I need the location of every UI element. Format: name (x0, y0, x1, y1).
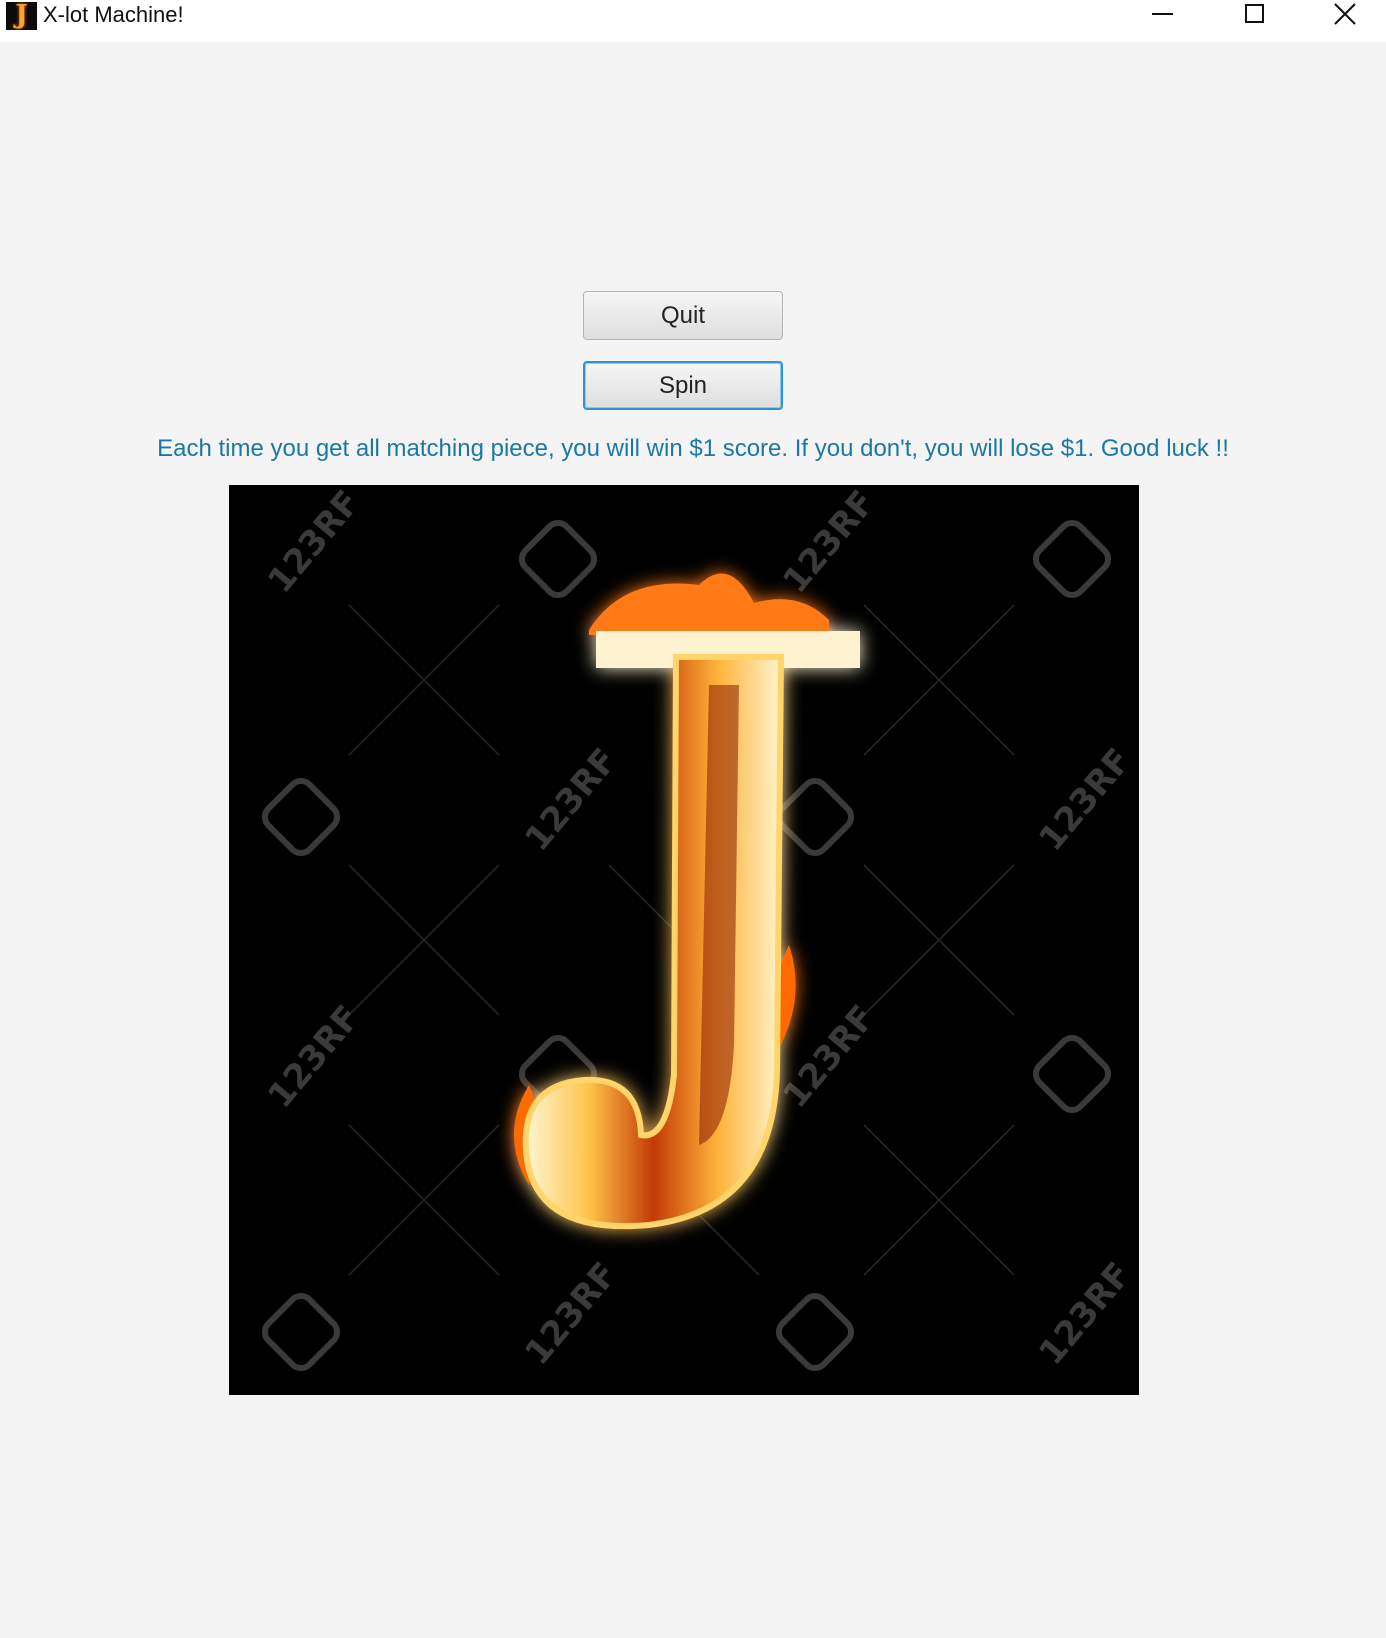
app-window: J X-lot Machine! Quit Spin Each time you… (0, 0, 1386, 1638)
flaming-j-symbol: 123RF 123RF 123RF 123RF 123RF 123RF 123R… (260, 485, 1139, 1373)
watermark-text: 123RF (1031, 1255, 1139, 1373)
flaming-j-letter (514, 573, 860, 1230)
spin-button[interactable]: Spin (583, 361, 783, 410)
window-title: X-lot Machine! (43, 2, 184, 27)
watermark-text: 123RF (517, 1255, 625, 1373)
rules-message: Each time you get all matching piece, yo… (157, 435, 1229, 462)
slot-reel-image: 123RF 123RF 123RF 123RF 123RF 123RF 123R… (229, 485, 1139, 1395)
maximize-icon (1245, 4, 1264, 23)
minimize-icon (1152, 13, 1173, 15)
watermark-text: 123RF (260, 998, 368, 1116)
close-button[interactable] (1316, 0, 1376, 30)
app-icon-letter: J (15, 2, 28, 30)
minimize-button[interactable] (1132, 0, 1192, 30)
maximize-button[interactable] (1224, 0, 1284, 30)
watermark-text: 123RF (1031, 741, 1139, 859)
close-icon (1334, 3, 1356, 25)
watermark-text: 123RF (775, 485, 883, 601)
title-bar[interactable]: J X-lot Machine! (0, 0, 1386, 42)
watermark-text: 123RF (517, 741, 625, 859)
watermark-text: 123RF (260, 485, 368, 601)
quit-button[interactable]: Quit (583, 291, 783, 340)
flaming-j-icon: J (6, 2, 37, 30)
